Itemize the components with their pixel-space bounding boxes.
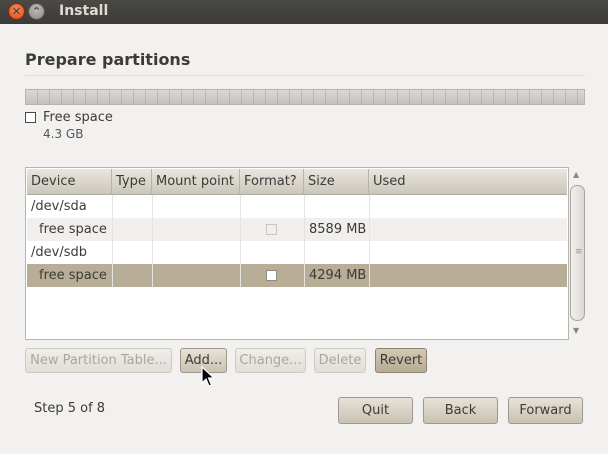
delete-partition-button[interactable]: Delete [314, 348, 366, 373]
minimize-icon[interactable]: ⌃ [28, 3, 45, 20]
free-space-legend-swatch [25, 112, 36, 123]
column-mount-point[interactable]: Mount point [152, 169, 240, 195]
cell-device: /dev/sda [31, 199, 87, 214]
table-header: Device Type Mount point Format? Size Use… [27, 169, 567, 195]
column-divider [369, 195, 370, 287]
mouse-pointer-icon [201, 366, 216, 387]
legend-size: 4.3 GB [43, 127, 84, 141]
page-title: Prepare partitions [25, 50, 191, 69]
column-format[interactable]: Format? [240, 169, 304, 195]
partition-bar [25, 89, 585, 105]
column-divider [304, 195, 305, 287]
column-divider [240, 195, 241, 287]
table-row[interactable]: free space 8589 MB [27, 218, 567, 241]
table-row-selected[interactable]: free space 4294 MB [27, 264, 567, 287]
column-divider [152, 195, 153, 287]
quit-button[interactable]: Quit [338, 397, 413, 424]
close-icon[interactable]: ✕ [8, 3, 25, 20]
column-type[interactable]: Type [112, 169, 152, 195]
column-used[interactable]: Used [369, 169, 567, 195]
cell-device: /dev/sdb [31, 245, 87, 260]
change-partition-button[interactable]: Change... [235, 348, 306, 373]
table-scrollbar[interactable]: ▲ ≡ ▼ [569, 167, 586, 340]
partition-table[interactable]: Device Type Mount point Format? Size Use… [25, 167, 569, 340]
cell-size: 8589 MB [309, 222, 367, 237]
table-row[interactable]: /dev/sdb [27, 241, 567, 264]
scroll-up-icon[interactable]: ▲ [573, 170, 579, 179]
forward-button[interactable]: Forward [508, 397, 583, 424]
window-title: Install [59, 3, 109, 19]
new-partition-table-button[interactable]: New Partition Table... [25, 348, 172, 373]
column-size[interactable]: Size [304, 169, 369, 195]
format-checkbox[interactable] [266, 270, 277, 281]
column-device[interactable]: Device [27, 169, 112, 195]
scroll-grip-icon: ≡ [575, 247, 583, 257]
cell-size: 4294 MB [309, 268, 367, 283]
back-button[interactable]: Back [423, 397, 498, 424]
legend-label: Free space [43, 110, 113, 125]
column-divider [112, 195, 113, 287]
revert-button[interactable]: Revert [375, 348, 427, 373]
title-bar: ✕ ⌃ Install [0, 0, 608, 24]
cell-device: free space [39, 268, 107, 283]
scroll-down-icon[interactable]: ▼ [573, 326, 579, 335]
table-row[interactable]: /dev/sda [27, 195, 567, 218]
cell-device: free space [39, 222, 107, 237]
heading-divider [25, 75, 585, 76]
scroll-thumb[interactable]: ≡ [570, 185, 585, 321]
step-indicator: Step 5 of 8 [34, 401, 106, 416]
format-checkbox[interactable] [266, 224, 277, 235]
